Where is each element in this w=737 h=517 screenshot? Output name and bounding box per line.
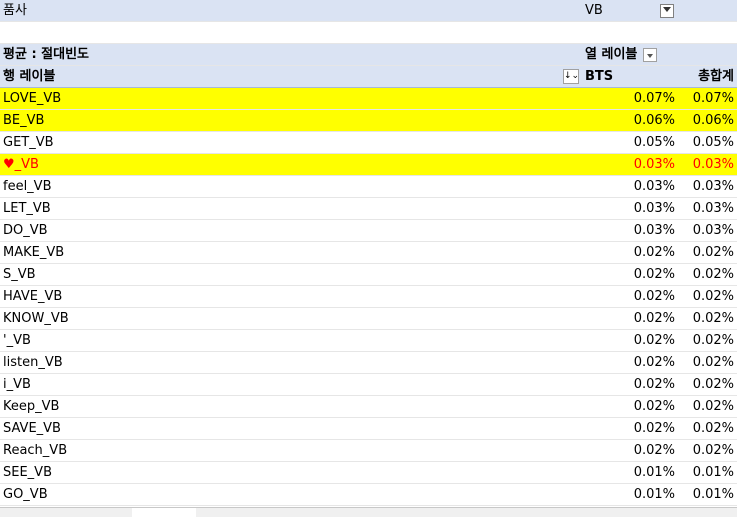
row-label-cell[interactable]: DO_VB <box>3 220 563 241</box>
table-row: DO_VB 0.03% 0.03% <box>0 220 737 242</box>
row-label-cell[interactable]: SAVE_VB <box>3 418 563 439</box>
total-value-cell[interactable]: 0.03% <box>679 176 734 197</box>
table-row: SAVE_VB 0.02% 0.02% <box>0 418 737 440</box>
table-row: '_VB 0.02% 0.02% <box>0 330 737 352</box>
blank-row <box>0 22 737 44</box>
row-label-cell[interactable]: KNOW_VB <box>3 308 563 329</box>
table-row: listen_VB 0.02% 0.02% <box>0 352 737 374</box>
total-value-cell[interactable]: 0.06% <box>679 110 734 131</box>
bts-value-cell[interactable]: 0.01% <box>580 484 675 505</box>
bts-value-cell[interactable]: 0.02% <box>580 352 675 373</box>
bts-value-cell[interactable]: 0.06% <box>580 110 675 131</box>
pivot-header-columns-row: 행 레이블 ↓⌄ BTS 총합계 <box>0 66 737 88</box>
bts-value-cell[interactable]: 0.03% <box>580 154 675 175</box>
table-row: ♥_VB 0.03% 0.03% <box>0 154 737 176</box>
column-labels-dropdown-icon[interactable] <box>643 47 658 62</box>
row-labels-caption: 행 레이블 <box>3 69 56 84</box>
bts-value-cell[interactable]: 0.07% <box>580 88 675 109</box>
total-value-cell[interactable]: 0.02% <box>679 330 734 351</box>
table-row: i_VB 0.02% 0.02% <box>0 374 737 396</box>
row-label-cell[interactable]: ♥_VB <box>3 154 563 175</box>
column-labels-header[interactable]: 열 레이블 <box>585 44 735 65</box>
total-value-cell[interactable]: 0.02% <box>679 286 734 307</box>
value-field-label: 평균 : 절대빈도 <box>3 47 90 62</box>
table-row: LOVE_VB 0.07% 0.07% <box>0 88 737 110</box>
total-value-cell[interactable]: 0.03% <box>679 198 734 219</box>
row-label-cell[interactable]: listen_VB <box>3 352 563 373</box>
row-label-cell[interactable]: Keep_VB <box>3 396 563 417</box>
table-row: GO_VB 0.01% 0.01% <box>0 484 737 506</box>
bts-value-cell[interactable]: 0.02% <box>580 242 675 263</box>
row-label-cell[interactable]: S_VB <box>3 264 563 285</box>
table-row: BE_VB 0.06% 0.06% <box>0 110 737 132</box>
bts-value-cell[interactable]: 0.01% <box>580 462 675 483</box>
table-row: KNOW_VB 0.02% 0.02% <box>0 308 737 330</box>
pivot-body: LOVE_VB 0.07% 0.07% BE_VB 0.06% 0.06% GET_VB 0.… <box>0 88 737 506</box>
table-row: Keep_VB 0.02% 0.02% <box>0 396 737 418</box>
filter-dropdown-button[interactable] <box>660 3 680 19</box>
bts-value-cell[interactable]: 0.03% <box>580 220 675 241</box>
row-labels-sort-filter-icon[interactable]: ↓⌄ <box>563 69 579 84</box>
table-row: LET_VB 0.03% 0.03% <box>0 198 737 220</box>
table-row: Reach_VB 0.02% 0.02% <box>0 440 737 462</box>
filter-icon <box>660 3 674 18</box>
total-value-cell[interactable]: 0.03% <box>679 154 734 175</box>
total-value-cell[interactable]: 0.03% <box>679 220 734 241</box>
total-value-cell[interactable]: 0.02% <box>679 352 734 373</box>
row-label-cell[interactable]: LET_VB <box>3 198 563 219</box>
total-value-cell[interactable]: 0.02% <box>679 396 734 417</box>
pivot-sheet: 품사 VB 평균 : 절대빈도 열 레이블 행 레이블 ↓⌄ BTS 총합계 L… <box>0 0 737 506</box>
total-value-cell[interactable]: 0.05% <box>679 132 734 153</box>
row-label-cell[interactable]: GO_VB <box>3 484 563 505</box>
table-row: HAVE_VB 0.02% 0.02% <box>0 286 737 308</box>
bts-value-cell[interactable]: 0.02% <box>580 286 675 307</box>
total-value-cell[interactable]: 0.01% <box>679 462 734 483</box>
row-label-cell[interactable]: BE_VB <box>3 110 563 131</box>
bts-value-cell[interactable]: 0.02% <box>580 418 675 439</box>
row-label-cell[interactable]: i_VB <box>3 374 563 395</box>
total-value-cell[interactable]: 0.01% <box>679 484 734 505</box>
total-value-cell[interactable]: 0.07% <box>679 88 734 109</box>
row-label-cell[interactable]: Reach_VB <box>3 440 563 461</box>
bts-value-cell[interactable]: 0.02% <box>580 396 675 417</box>
bts-value-cell[interactable]: 0.05% <box>580 132 675 153</box>
bts-value-cell[interactable]: 0.02% <box>580 264 675 285</box>
filter-field-label: 품사 <box>3 3 27 18</box>
table-row: GET_VB 0.05% 0.05% <box>0 132 737 154</box>
total-value-cell[interactable]: 0.02% <box>679 242 734 263</box>
row-label-cell[interactable]: GET_VB <box>3 132 563 153</box>
total-value-cell[interactable]: 0.02% <box>679 418 734 439</box>
bts-value-cell[interactable]: 0.03% <box>580 176 675 197</box>
table-row: S_VB 0.02% 0.02% <box>0 264 737 286</box>
row-label-cell[interactable]: LOVE_VB <box>3 88 563 109</box>
filter-value[interactable]: VB <box>585 0 665 21</box>
row-label-cell[interactable]: MAKE_VB <box>3 242 563 263</box>
row-label-cell[interactable]: HAVE_VB <box>3 286 563 307</box>
column-labels-caption: 열 레이블 <box>585 47 638 62</box>
row-label-cell[interactable]: SEE_VB <box>3 462 563 483</box>
bts-value-cell[interactable]: 0.02% <box>580 374 675 395</box>
row-label-cell[interactable]: feel_VB <box>3 176 563 197</box>
total-value-cell[interactable]: 0.02% <box>679 308 734 329</box>
total-value-cell[interactable]: 0.02% <box>679 264 734 285</box>
column-header-total: 총합계 <box>698 69 734 84</box>
table-row: feel_VB 0.03% 0.03% <box>0 176 737 198</box>
total-value-cell[interactable]: 0.02% <box>679 440 734 461</box>
bts-value-cell[interactable]: 0.02% <box>580 330 675 351</box>
pivot-header-values-row: 평균 : 절대빈도 열 레이블 <box>0 44 737 66</box>
bts-value-cell[interactable]: 0.02% <box>580 440 675 461</box>
total-value-cell[interactable]: 0.02% <box>679 374 734 395</box>
table-row: SEE_VB 0.01% 0.01% <box>0 462 737 484</box>
filter-row: 품사 VB <box>0 0 737 22</box>
column-header-bts: BTS <box>585 69 614 84</box>
bts-value-cell[interactable]: 0.03% <box>580 198 675 219</box>
table-row: MAKE_VB 0.02% 0.02% <box>0 242 737 264</box>
row-label-cell[interactable]: '_VB <box>3 330 563 351</box>
bts-value-cell[interactable]: 0.02% <box>580 308 675 329</box>
